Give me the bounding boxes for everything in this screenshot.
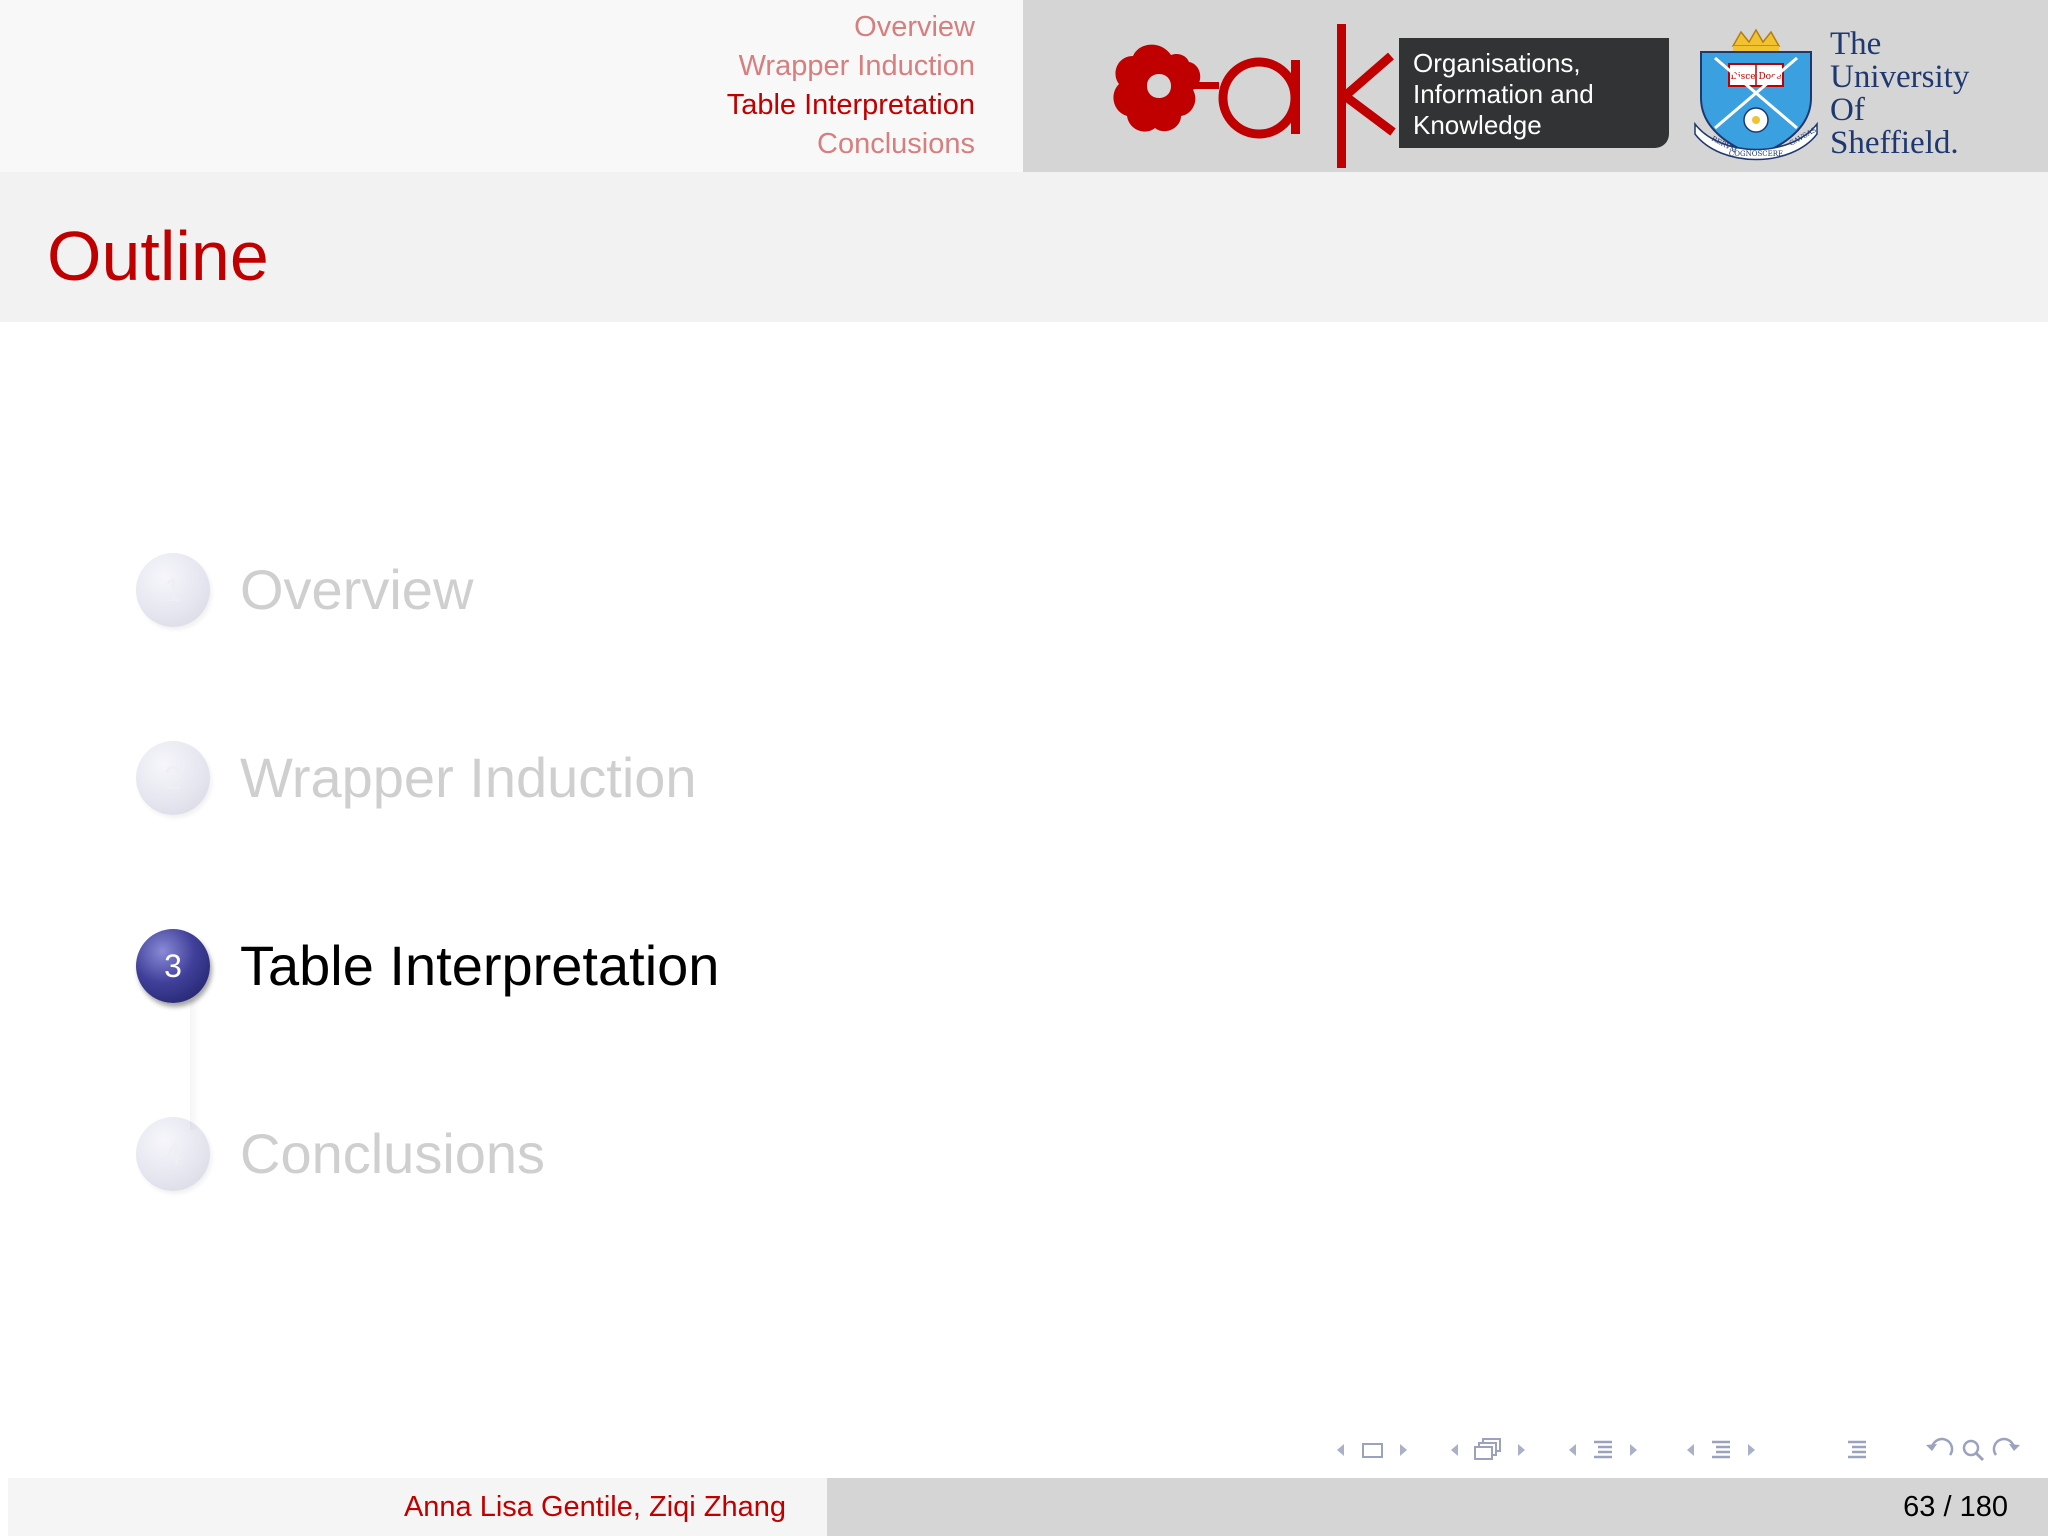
slide-title: Outline [47,217,269,295]
prev-section-icon[interactable] [1562,1430,1582,1470]
outline-number-ball: 2 [136,741,210,815]
prev-sub-icon[interactable] [1680,1430,1700,1470]
outline-number-ball: 1 [136,553,210,627]
university-crest-icon: Disce Doce RERVM COGNOSCERE CAVSAS [1694,28,1818,161]
header-left-panel: Overview Wrapper Induction Table Interpr… [0,0,1023,172]
outline-label: Wrapper Induction [240,746,697,809]
oak-box-text: Organisations, Information and Knowledge [1413,48,1594,140]
next-frame-icon[interactable] [1512,1430,1532,1470]
outline-item-overview[interactable]: 1 Overview [136,550,473,630]
footer-page-panel: 63 / 180 [827,1478,2048,1536]
section-nav-overview[interactable]: Overview [727,8,975,47]
active-item-shadow [190,1000,200,1130]
search-icon[interactable] [1958,1430,1988,1470]
oak-logo-icon [1113,24,1396,168]
section-icon[interactable] [1586,1430,1620,1470]
back-icon[interactable] [1922,1430,1956,1470]
crest-ribbon-center: COGNOSCERE [1729,150,1783,158]
header-logo-panel: Organisations, Information and Knowledge… [1023,0,2048,172]
prev-slide-icon[interactable] [1330,1430,1350,1470]
outline-label: Overview [240,558,474,621]
frame-icon[interactable] [1356,1430,1390,1470]
outline-icon[interactable] [1840,1430,1874,1470]
beamer-navigation-bar [1330,1430,2030,1470]
forward-icon[interactable] [1990,1430,2024,1470]
slide-header: Overview Wrapper Induction Table Interpr… [0,0,2048,172]
university-name: The University Of Sheffield. [1830,26,1970,161]
section-navigation: Overview Wrapper Induction Table Interpr… [727,8,975,164]
section-nav-table-interpretation[interactable]: Table Interpretation [727,86,975,125]
prev-frame-icon[interactable] [1444,1430,1464,1470]
section-nav-conclusions[interactable]: Conclusions [727,125,975,164]
outline-item-table-interpretation[interactable]: 3 Table Interpretation [136,926,719,1006]
slide-footer: Anna Lisa Gentile, Ziqi Zhang 63 / 180 [8,1478,2048,1536]
oak-text-box: Organisations, Information and Knowledge [1399,38,1669,148]
outline-label: Conclusions [240,1122,546,1185]
section-nav-wrapper-induction[interactable]: Wrapper Induction [727,47,975,86]
outline-number-ball: 3 [136,929,210,1003]
next-section-icon[interactable] [1624,1430,1644,1470]
subsection-icon[interactable] [1468,1430,1508,1470]
outline-item-wrapper-induction[interactable]: 2 Wrapper Induction [136,738,697,818]
title-bar: Outline [0,172,2048,322]
footer-authors: Anna Lisa Gentile, Ziqi Zhang [403,1491,786,1523]
outline-label: Table Interpretation [240,934,720,997]
footer-author-panel: Anna Lisa Gentile, Ziqi Zhang [8,1478,827,1536]
page-number: 63 / 180 [1903,1491,2008,1523]
subsection-list-icon[interactable] [1704,1430,1738,1470]
next-sub-icon[interactable] [1742,1430,1762,1470]
next-slide-icon[interactable] [1394,1430,1414,1470]
